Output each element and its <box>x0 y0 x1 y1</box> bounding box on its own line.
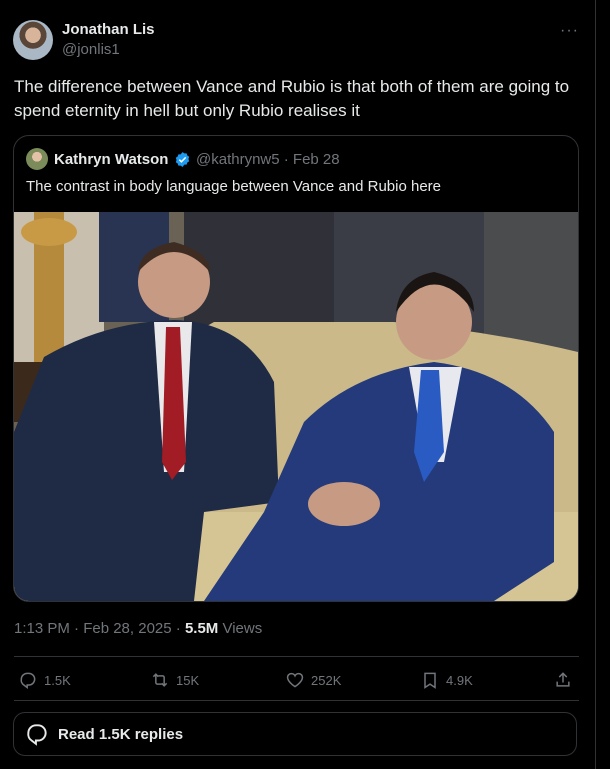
post-text: The difference between Vance and Rubio i… <box>14 77 570 120</box>
like-count: 252K <box>311 672 342 688</box>
quoted-text: The contrast in body language between Va… <box>26 178 442 195</box>
divider <box>14 700 579 701</box>
quoted-tweet[interactable]: Kathryn Watson @kathrynw5 · Feb 28 The c… <box>13 135 579 602</box>
share-icon <box>556 672 570 687</box>
views-count: 5.5M <box>184 620 219 637</box>
read-replies-label: Read 1.5K replies <box>58 725 184 743</box>
author-handle[interactable]: @jonlis1 <box>62 41 120 58</box>
read-replies-button[interactable]: Read 1.5K replies <box>13 712 577 756</box>
repost-count: 15K <box>176 672 200 688</box>
bookmark-count: 4.9K <box>446 672 473 688</box>
more-options-icon[interactable]: ··· <box>560 22 579 40</box>
reply-bubble-icon <box>27 724 47 746</box>
repost-icon <box>152 673 168 687</box>
repost-button[interactable]: 15K <box>150 668 199 692</box>
bookmark-icon <box>424 672 436 689</box>
tweet-detail: Jonathan Lis @jonlis1 ··· The difference… <box>0 0 596 769</box>
reply-icon <box>20 672 36 689</box>
timestamp-views: 1:13 PM · Feb 28, 2025 · 5.5M Views <box>14 620 262 637</box>
divider <box>14 656 579 657</box>
author-name[interactable]: Jonathan Lis <box>62 21 155 38</box>
heart-icon <box>286 672 304 688</box>
quoted-media-image[interactable] <box>14 212 578 601</box>
quoted-author-name: Kathryn Watson <box>54 151 169 168</box>
share-button[interactable] <box>553 668 579 692</box>
bookmark-button[interactable]: 4.9K <box>420 668 473 692</box>
quoted-handle-date: @kathrynw5 · Feb 28 <box>196 151 340 168</box>
reply-count: 1.5K <box>44 672 71 688</box>
views-label: Views <box>218 620 263 637</box>
reply-button[interactable]: 1.5K <box>18 668 71 692</box>
like-button[interactable]: 252K <box>285 668 341 692</box>
quoted-author-avatar <box>26 148 48 170</box>
author-avatar[interactable] <box>13 20 53 60</box>
verified-badge-icon <box>175 152 190 167</box>
post-timestamp[interactable]: 1:13 PM · Feb 28, 2025 · <box>14 620 185 637</box>
